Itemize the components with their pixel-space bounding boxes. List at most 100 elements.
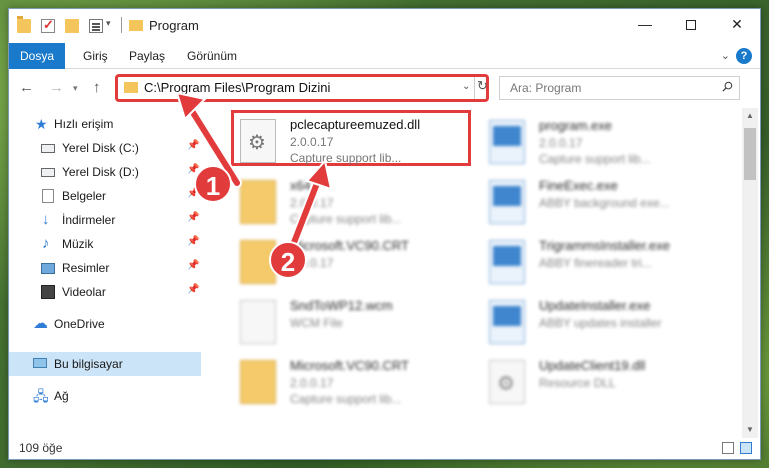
music-icon: ♪ xyxy=(42,235,50,252)
sidebar-item-downloads[interactable]: ↓ İndirmeler 📌 xyxy=(9,208,201,232)
sidebar-item-label: Yerel Disk (C:) xyxy=(62,141,139,155)
maximize-button[interactable] xyxy=(668,9,714,39)
computer-icon xyxy=(33,358,47,368)
file-name: FineExec.exe xyxy=(539,178,618,193)
tab-view[interactable]: Görünüm xyxy=(175,43,249,69)
file-version: WCM File xyxy=(290,316,343,330)
address-folder-icon xyxy=(124,82,138,93)
navigation-bar: ← → ▾ ↑ C:\Program Files\Program Dizini … xyxy=(9,70,760,106)
file-item[interactable]: Microsoft.VC90.CRT 2.0.0.17 Capture supp… xyxy=(234,354,474,410)
pin-icon[interactable]: 📌 xyxy=(187,212,199,223)
file-name: TrigrammsInstaller.exe xyxy=(539,238,670,253)
chevron-down-icon[interactable]: ⌄ xyxy=(462,81,470,92)
pictures-icon xyxy=(41,263,55,274)
explorer-window: ▾ Program — ✕ Dosya Giriş Paylaş Görünüm… xyxy=(8,8,761,460)
customize-icon[interactable] xyxy=(89,19,103,33)
file-version: 2.0.0.17 xyxy=(290,376,334,390)
scroll-up-icon[interactable]: ▲ xyxy=(742,108,758,124)
ribbon: Dosya Giriş Paylaş Görünüm ⌄ ? xyxy=(9,43,760,69)
refresh-icon[interactable]: ↻ xyxy=(477,78,488,94)
file-name: UpdateClient19.dll xyxy=(539,358,646,373)
gear-icon: ⚙ xyxy=(497,373,515,395)
dll-gear-icon: ⚙ xyxy=(489,360,525,404)
sidebar-item-label: Ağ xyxy=(54,389,69,403)
maximize-icon xyxy=(686,20,696,31)
title-folder-icon xyxy=(129,20,143,31)
sidebar-item-label: Yerel Disk (D:) xyxy=(62,165,139,179)
window-title: Program xyxy=(149,18,199,33)
callout-badge-1: 1 xyxy=(194,165,232,203)
document-icon xyxy=(240,300,276,344)
file-item[interactable]: UpdateInstaller.exe ABBY updates install… xyxy=(483,294,723,350)
file-name: pclecaptureemuzed.dll xyxy=(290,117,421,132)
exe-icon xyxy=(489,240,525,284)
tiles-view-icon[interactable] xyxy=(740,442,752,454)
pin-icon[interactable]: 📌 xyxy=(187,284,199,295)
scroll-down-icon[interactable]: ▼ xyxy=(742,422,758,438)
sidebar-item-network[interactable]: 🖧 Ağ xyxy=(9,384,201,408)
search-input[interactable]: Ara: Program xyxy=(499,76,740,100)
file-version: 2.0.0.17 xyxy=(290,135,334,149)
sidebar-item-onedrive[interactable]: ☁ OneDrive xyxy=(9,312,201,336)
tab-share[interactable]: Paylaş xyxy=(117,43,177,69)
file-item[interactable]: program.exe 2.0.0.17 Capture support lib… xyxy=(483,114,723,170)
sidebar-item-music[interactable]: ♪ Müzik 📌 xyxy=(9,232,201,256)
back-arrow-icon[interactable]: ← xyxy=(19,79,34,96)
file-name: UpdateInstaller.exe xyxy=(539,298,651,313)
ribbon-expand-icon[interactable]: ⌄ xyxy=(721,49,730,62)
properties-check-icon[interactable] xyxy=(41,17,55,33)
divider xyxy=(474,77,475,99)
chevron-down-icon[interactable]: ▾ xyxy=(106,18,111,29)
sidebar-item-label: OneDrive xyxy=(54,317,105,331)
tab-home[interactable]: Giriş xyxy=(71,43,120,69)
file-item[interactable]: ⚙ UpdateClient19.dll Resource DLL xyxy=(483,354,723,410)
file-description: Capture support lib... xyxy=(539,152,651,166)
sidebar-item-label: Müzik xyxy=(62,237,94,251)
new-folder-icon[interactable] xyxy=(65,19,79,33)
network-icon: 🖧 xyxy=(33,388,49,404)
sidebar-item-label: Bu bilgisayar xyxy=(54,357,123,371)
scrollbar-thumb[interactable] xyxy=(744,128,756,180)
file-item-target-dll[interactable]: ⚙ pclecaptureemuzed.dll 2.0.0.17 Capture… xyxy=(231,110,471,166)
sidebar-item-label: Resimler xyxy=(62,261,110,275)
divider xyxy=(121,17,122,33)
star-icon: ★ xyxy=(35,116,48,132)
file-version: Resource DLL xyxy=(539,376,616,390)
forward-arrow-icon[interactable]: → xyxy=(49,79,64,96)
details-view-icon[interactable] xyxy=(722,442,734,454)
exe-icon xyxy=(489,300,525,344)
tab-file[interactable]: Dosya xyxy=(9,43,65,69)
item-count: 109 öğe xyxy=(19,441,63,455)
sidebar-item-label: İndirmeler xyxy=(62,213,116,227)
sidebar-item-videos[interactable]: Videolar 📌 xyxy=(9,280,201,304)
pin-icon[interactable]: 📌 xyxy=(187,236,199,247)
minimize-button[interactable]: — xyxy=(622,9,668,39)
file-item[interactable]: TrigrammsInstaller.exe ABBY finereader t… xyxy=(483,234,723,290)
close-button[interactable]: ✕ xyxy=(714,9,760,39)
videos-icon xyxy=(41,285,55,299)
title-bar: ▾ Program — ✕ xyxy=(9,9,760,43)
file-version: ABBY background exe... xyxy=(539,196,670,210)
sidebar-item-this-pc[interactable]: Bu bilgisayar xyxy=(9,352,201,376)
search-placeholder: Ara: Program xyxy=(510,81,582,95)
folder-icon[interactable] xyxy=(17,16,31,33)
file-name: program.exe xyxy=(539,118,612,133)
file-name: Microsoft.VC90.CRT xyxy=(290,358,409,373)
status-bar: 109 öğe xyxy=(9,437,760,459)
file-item[interactable]: x64 2.0.0.17 Capture support lib... xyxy=(234,174,474,230)
recent-locations-icon[interactable]: ▾ xyxy=(73,83,78,94)
vertical-scrollbar[interactable]: ▲ ▼ xyxy=(742,108,758,438)
callout-badge-2: 2 xyxy=(269,241,307,279)
file-item[interactable]: SndToWP12.wcm WCM File xyxy=(234,294,474,350)
search-icon[interactable] xyxy=(722,81,733,92)
exe-icon xyxy=(489,120,525,164)
sidebar-item-pictures[interactable]: Resimler 📌 xyxy=(9,256,201,280)
help-button[interactable]: ? xyxy=(736,48,752,64)
up-arrow-icon[interactable]: ↑ xyxy=(93,79,101,96)
pin-icon[interactable]: 📌 xyxy=(187,260,199,271)
file-version: ABBY updates installer xyxy=(539,316,662,330)
file-item[interactable]: FineExec.exe ABBY background exe... xyxy=(483,174,723,230)
folder-icon xyxy=(240,360,276,404)
exe-icon xyxy=(489,180,525,224)
drive-icon xyxy=(41,168,55,177)
